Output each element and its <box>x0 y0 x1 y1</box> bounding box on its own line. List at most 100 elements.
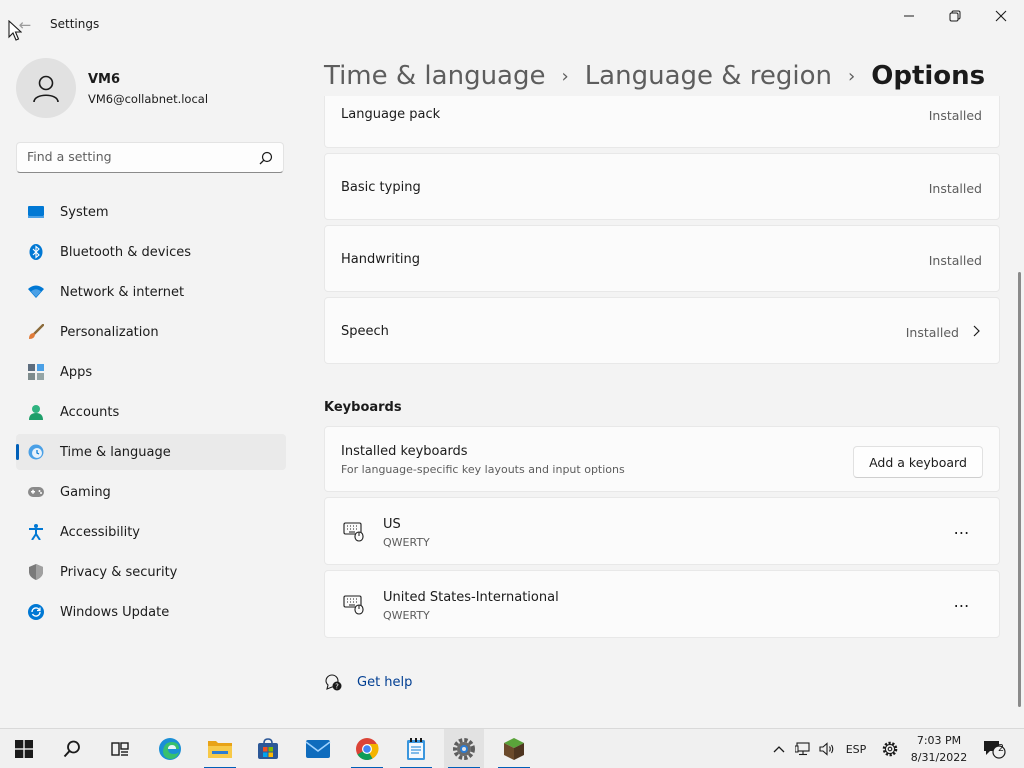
add-keyboard-button[interactable]: Add a keyboard <box>853 446 983 478</box>
sidebar-item-system[interactable]: System <box>16 194 286 230</box>
get-help-link[interactable]: Get help <box>357 675 412 690</box>
search-input[interactable] <box>27 149 247 164</box>
sidebar-item-label: System <box>60 204 109 220</box>
start-button[interactable] <box>4 729 44 768</box>
sidebar-item-accessibility[interactable]: Accessibility <box>16 514 286 550</box>
sidebar-item-gaming[interactable]: Gaming <box>16 474 286 510</box>
scrollbar[interactable] <box>1018 272 1021 707</box>
chevron-right-icon: › <box>848 65 856 87</box>
taskbar-clock[interactable]: 7:03 PM 8/31/2022 <box>904 732 974 766</box>
taskbar-settings[interactable] <box>444 729 484 768</box>
sidebar-item-bluetooth[interactable]: Bluetooth & devices <box>16 234 286 270</box>
chevron-right-icon: › <box>561 65 569 87</box>
keyboard-name: US <box>383 517 401 532</box>
feature-title: Basic typing <box>341 180 421 195</box>
user-profile[interactable]: VM6 VM6@collabnet.local <box>16 58 286 118</box>
keyboard-icon <box>343 522 364 542</box>
minimize-icon <box>904 15 914 17</box>
notification-center-button[interactable]: 2 <box>982 739 1008 759</box>
search-icon[interactable] <box>259 151 273 165</box>
update-icon <box>28 604 44 620</box>
settings-icon <box>453 738 475 760</box>
windows-start-icon <box>15 740 33 758</box>
taskbar-quick-settings[interactable] <box>881 739 899 759</box>
sidebar-nav: System Bluetooth & devices Network & int… <box>16 194 286 634</box>
keyboard-icon <box>343 595 364 615</box>
input-language-indicator[interactable]: ESP <box>844 739 868 759</box>
more-options-button[interactable]: ⋯ <box>947 522 977 542</box>
shield-icon <box>28 564 44 580</box>
clock-date: 8/31/2022 <box>910 751 968 764</box>
feature-status: Installed <box>905 325 959 340</box>
feature-card-language-pack: Language pack Installed <box>324 96 1000 148</box>
taskbar-mail[interactable] <box>298 729 338 768</box>
close-icon <box>995 10 1007 22</box>
edge-icon <box>159 738 181 760</box>
taskbar-chrome[interactable] <box>347 729 387 768</box>
feature-title: Handwriting <box>341 252 421 267</box>
maximize-button[interactable] <box>932 0 978 32</box>
sidebar-item-network[interactable]: Network & internet <box>16 274 286 310</box>
feature-card-handwriting: Handwriting Installed <box>324 225 1000 292</box>
svg-text:?: ? <box>335 683 339 691</box>
breadcrumb-language-region[interactable]: Language & region <box>585 61 832 91</box>
microsoft-store-icon <box>258 738 278 759</box>
network-status[interactable] <box>794 739 812 759</box>
mouse-cursor-icon <box>8 20 22 41</box>
keyboard-item-us-international: United States-International QWERTY ⋯ <box>324 570 1000 638</box>
chevron-right-icon <box>973 325 980 337</box>
bluetooth-icon <box>28 244 44 260</box>
sidebar-item-privacy[interactable]: Privacy & security <box>16 554 286 590</box>
search-icon <box>63 740 80 758</box>
user-icon <box>33 75 59 103</box>
sidebar-item-label: Time & language <box>60 444 171 460</box>
sidebar-item-apps[interactable]: Apps <box>16 354 286 390</box>
taskbar-minecraft[interactable] <box>494 729 534 768</box>
sidebar-item-accounts[interactable]: Accounts <box>16 394 286 430</box>
ellipsis-icon: ⋯ <box>953 522 971 542</box>
feature-card-basic-typing: Basic typing Installed <box>324 153 1000 220</box>
minecraft-icon <box>504 738 524 760</box>
get-help[interactable]: ? Get help <box>324 672 412 692</box>
chrome-icon <box>356 738 379 760</box>
volume-control[interactable] <box>818 739 836 759</box>
sidebar-item-personalization[interactable]: Personalization <box>16 314 286 350</box>
breadcrumb-time-language[interactable]: Time & language <box>324 61 545 91</box>
minimize-button[interactable] <box>886 0 932 32</box>
taskbar-search-button[interactable] <box>52 729 92 768</box>
taskbar-microsoft-store[interactable] <box>248 729 288 768</box>
maximize-icon <box>949 10 961 22</box>
task-view-icon <box>111 742 129 756</box>
feature-status: Installed <box>928 253 982 268</box>
tray-overflow-button[interactable] <box>772 739 786 759</box>
installed-keyboards-title: Installed keyboards <box>341 444 468 459</box>
close-button[interactable] <box>978 0 1024 32</box>
feature-title: Language pack <box>341 107 441 122</box>
sidebar-item-time-language[interactable]: Time & language <box>16 434 286 470</box>
installed-keyboards-subtitle: For language-specific key layouts and in… <box>341 463 625 476</box>
clock-time: 7:03 PM <box>916 734 962 747</box>
taskbar-file-explorer[interactable] <box>200 729 240 768</box>
avatar <box>16 58 76 118</box>
task-view-button[interactable] <box>100 729 140 768</box>
feature-card-speech[interactable]: Speech Installed <box>324 297 1000 364</box>
accessibility-icon <box>28 524 44 540</box>
feature-status: Installed <box>928 181 982 196</box>
keyboard-name: United States-International <box>383 590 559 605</box>
sidebar-item-windows-update[interactable]: Windows Update <box>16 594 286 630</box>
settings-search[interactable] <box>16 142 284 173</box>
user-email: VM6@collabnet.local <box>88 92 209 106</box>
apps-icon <box>28 364 44 380</box>
time-language-icon <box>28 444 44 460</box>
taskbar-edge[interactable] <box>150 729 190 768</box>
sidebar-item-label: Network & internet <box>60 284 185 300</box>
taskbar-notepad[interactable] <box>396 729 436 768</box>
keyboard-layout: QWERTY <box>383 536 430 549</box>
feature-title: Speech <box>341 324 389 339</box>
more-options-button[interactable]: ⋯ <box>947 595 977 615</box>
gear-icon <box>882 741 898 757</box>
installed-keyboards-card: Installed keyboards For language-specifi… <box>324 426 1000 492</box>
notification-count: 2 <box>997 743 1005 754</box>
gamepad-icon <box>28 484 44 500</box>
ellipsis-icon: ⋯ <box>953 595 971 615</box>
